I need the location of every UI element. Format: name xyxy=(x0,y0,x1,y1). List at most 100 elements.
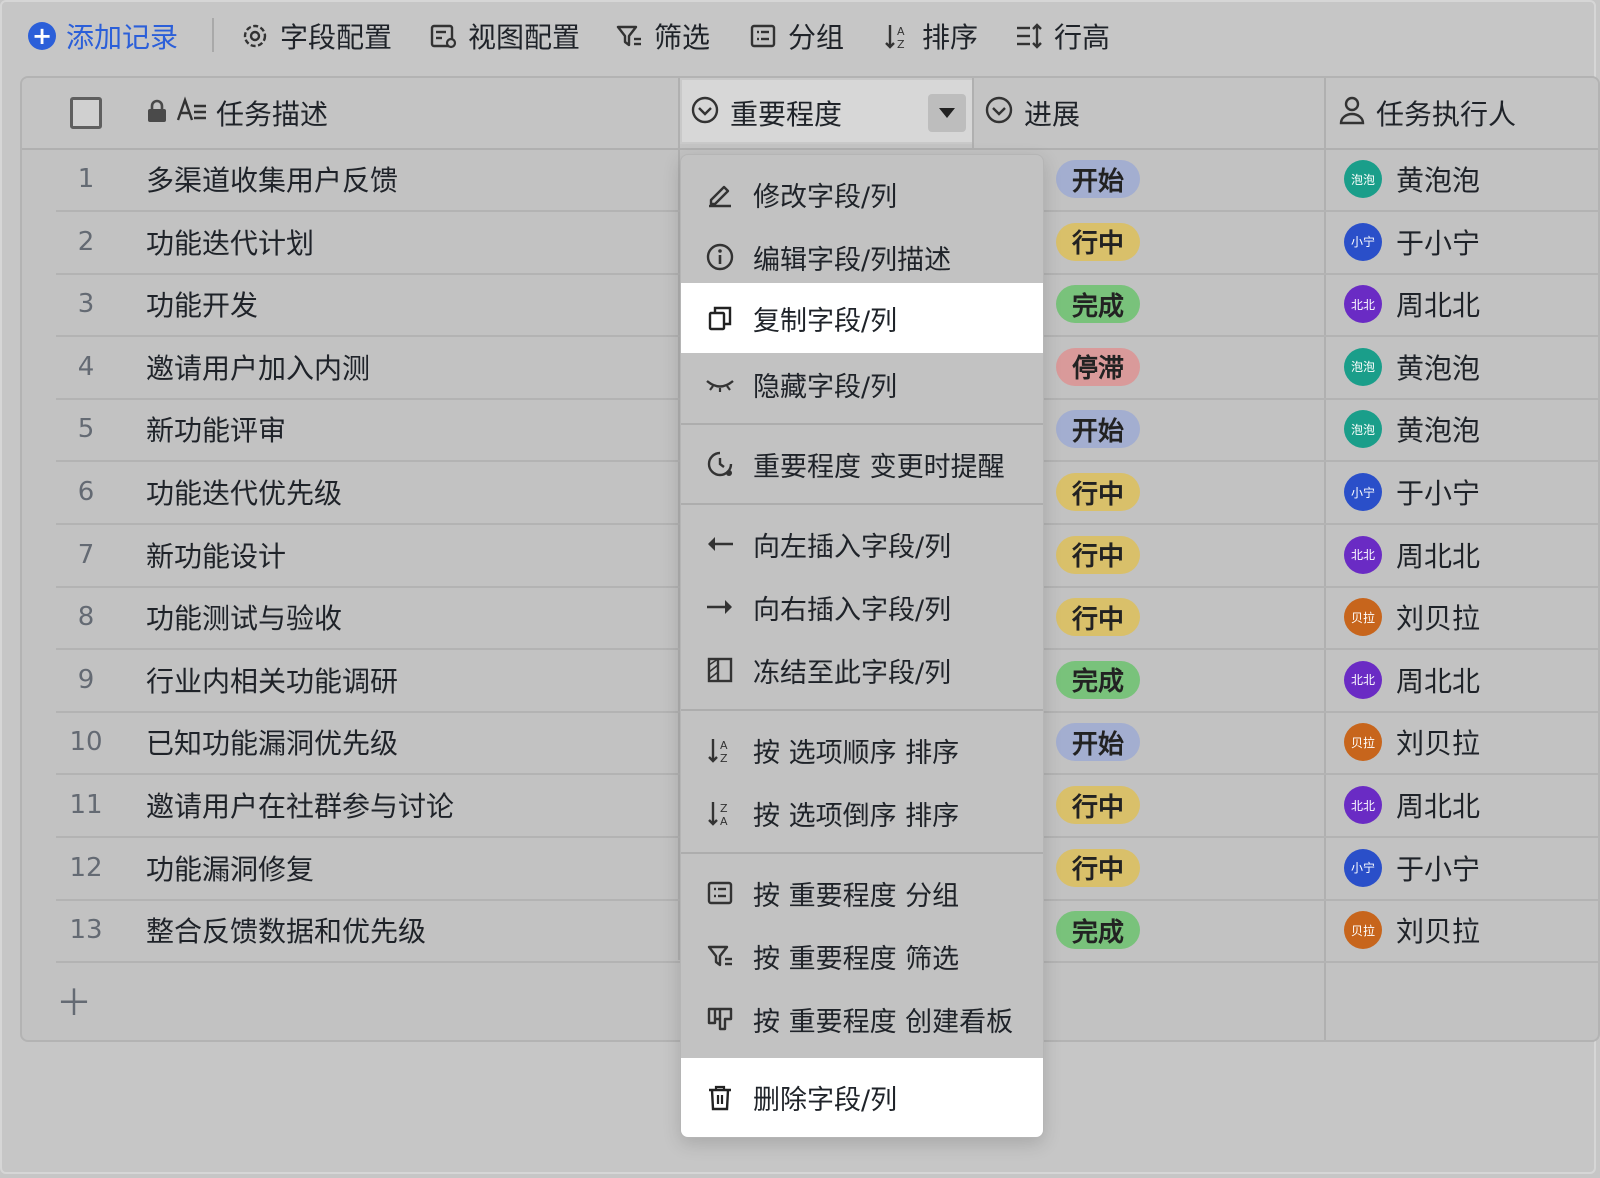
view-config-button[interactable]: 视图配置 xyxy=(428,14,580,58)
menu-item-label: 向右插入字段/列 xyxy=(753,594,952,626)
task-description-cell[interactable]: 多渠道收集用户反馈 xyxy=(146,148,398,210)
task-description-cell[interactable]: 新功能评审 xyxy=(146,398,286,460)
row-number: 8 xyxy=(77,602,95,633)
assignee-cell[interactable]: 小宁 于小宁 xyxy=(1344,211,1480,273)
assignee-name: 于小宁 xyxy=(1396,852,1481,886)
menu-item-sort-desc[interactable]: ZA 按 选项倒序 排序 xyxy=(681,782,1043,844)
progress-tag[interactable]: 行中 xyxy=(1056,848,1141,887)
assignee-cell[interactable]: 小宁 于小宁 xyxy=(1344,461,1480,523)
progress-tag[interactable]: 行中 xyxy=(1056,786,1141,824)
menu-item-copy-field[interactable]: 复制字段/列 xyxy=(681,283,1043,353)
progress-tag[interactable]: 行中 xyxy=(1056,222,1141,261)
assignee-cell[interactable]: 贝拉 刘贝拉 xyxy=(1344,586,1480,648)
svg-text:Z: Z xyxy=(720,802,728,815)
task-description-cell[interactable]: 功能测试与验收 xyxy=(146,586,342,648)
task-description-cell[interactable]: 整合反馈数据和优先级 xyxy=(146,899,426,961)
menu-item-create-kanban[interactable]: 按 重要程度 创建看板 xyxy=(681,988,1043,1050)
toolbar: + 添加记录 字段配置 视图配置 筛选 分组 AZ 排序 行高 xyxy=(0,0,1600,74)
assignee-cell[interactable]: 贝拉 刘贝拉 xyxy=(1344,899,1480,961)
assignee-cell[interactable]: 北北 周北北 xyxy=(1344,273,1480,335)
assignee-cell[interactable]: 泡泡 黄泡泡 xyxy=(1344,336,1480,398)
avatar: 小宁 xyxy=(1344,473,1382,511)
menu-item-group-by[interactable]: 按 重要程度 分组 xyxy=(681,862,1043,924)
assignee-cell[interactable]: 北北 周北北 xyxy=(1344,774,1480,836)
toolbar-divider xyxy=(212,18,214,52)
menu-item-sort-asc[interactable]: AZ 按 选项顺序 排序 xyxy=(681,719,1043,781)
menu-item-filter-by[interactable]: 按 重要程度 筛选 xyxy=(681,925,1043,987)
row-number: 4 xyxy=(77,351,95,382)
task-description-cell[interactable]: 功能迭代优先级 xyxy=(146,461,342,523)
menu-item-freeze[interactable]: 冻结至此字段/列 xyxy=(681,639,1043,701)
assignee-name: 周北北 xyxy=(1396,289,1481,323)
avatar: 泡泡 xyxy=(1344,410,1382,449)
menu-item-edit-field[interactable]: 修改字段/列 xyxy=(681,163,1043,225)
column-header-progress[interactable]: 进展 xyxy=(984,78,1080,148)
task-description-cell[interactable]: 新功能设计 xyxy=(146,524,286,586)
task-description-cell[interactable]: 功能迭代计划 xyxy=(146,211,314,273)
avatar: 贝拉 xyxy=(1344,598,1382,637)
avatar: 贝拉 xyxy=(1344,911,1382,950)
filter-button[interactable]: 筛选 xyxy=(614,14,710,58)
column-header-task[interactable]: 任务描述 xyxy=(146,78,328,148)
progress-tag[interactable]: 完成 xyxy=(1056,911,1141,950)
row-number: 13 xyxy=(69,915,103,946)
menu-item-insert-right[interactable]: 向右插入字段/列 xyxy=(681,576,1043,638)
task-description-cell[interactable]: 邀请用户在社群参与讨论 xyxy=(146,774,454,836)
assignee-cell[interactable]: 北北 周北北 xyxy=(1344,524,1480,586)
menu-item-insert-left[interactable]: 向左插入字段/列 xyxy=(681,513,1043,575)
assignee-name: 刘贝拉 xyxy=(1396,915,1481,949)
sort-za-icon: ZA xyxy=(705,798,735,828)
task-description-cell[interactable]: 已知功能漏洞优先级 xyxy=(146,711,398,773)
assignee-name: 周北北 xyxy=(1396,539,1481,573)
menu-item-change-reminder[interactable]: 重要程度 变更时提醒 xyxy=(681,433,1043,495)
add-record-button[interactable]: + 添加记录 xyxy=(28,14,178,58)
assignee-cell[interactable]: 泡泡 黄泡泡 xyxy=(1344,148,1480,210)
progress-tag[interactable]: 行中 xyxy=(1056,535,1141,574)
group-icon xyxy=(748,21,778,51)
arrow-right-icon xyxy=(705,592,735,622)
field-config-button[interactable]: 字段配置 xyxy=(240,14,392,58)
progress-tag[interactable]: 开始 xyxy=(1056,723,1141,762)
view-config-label: 视图配置 xyxy=(468,21,581,54)
menu-item-edit-description[interactable]: 编辑字段/列描述 xyxy=(681,226,1043,288)
menu-item-label: 重要程度 变更时提醒 xyxy=(753,451,1005,483)
assignee-cell[interactable]: 北北 周北北 xyxy=(1344,649,1480,711)
assignee-cell[interactable]: 贝拉 刘贝拉 xyxy=(1344,711,1480,773)
progress-tag[interactable]: 开始 xyxy=(1056,410,1141,449)
svg-text:Z: Z xyxy=(720,752,728,764)
eye-closed-icon xyxy=(705,369,735,399)
avatar: 北北 xyxy=(1344,786,1382,824)
assignee-cell[interactable]: 小宁 于小宁 xyxy=(1344,837,1480,899)
task-description-cell[interactable]: 功能开发 xyxy=(146,273,258,335)
sort-button[interactable]: AZ 排序 xyxy=(882,14,978,58)
assignee-name: 周北北 xyxy=(1396,664,1481,698)
row-number: 10 xyxy=(69,727,103,758)
column-header-importance[interactable]: 重要程度 xyxy=(680,78,974,144)
column-header-assignee[interactable]: 任务执行人 xyxy=(1338,78,1516,148)
row-number: 7 xyxy=(77,539,95,570)
menu-item-hide-field[interactable]: 隐藏字段/列 xyxy=(681,353,1043,415)
assignee-name: 周北北 xyxy=(1396,790,1481,823)
progress-tag[interactable]: 完成 xyxy=(1056,285,1141,324)
menu-item-label: 按 选项倒序 排序 xyxy=(753,800,960,832)
assignee-name: 刘贝拉 xyxy=(1396,602,1481,636)
select-all-checkbox[interactable] xyxy=(70,78,102,148)
add-row-button[interactable]: ＋ xyxy=(56,974,92,1026)
progress-tag[interactable]: 行中 xyxy=(1056,598,1141,637)
menu-item-delete-field[interactable]: 删除字段/列 xyxy=(681,1058,1043,1137)
group-button[interactable]: 分组 xyxy=(748,14,844,58)
column-header-task-label: 任务描述 xyxy=(216,98,329,131)
progress-tag[interactable]: 完成 xyxy=(1056,660,1141,699)
single-select-icon xyxy=(984,95,1014,132)
progress-tag[interactable]: 停滞 xyxy=(1056,347,1141,386)
task-description-cell[interactable]: 功能漏洞修复 xyxy=(146,837,314,899)
filter-icon xyxy=(705,941,735,971)
gear-icon xyxy=(240,21,270,51)
task-description-cell[interactable]: 行业内相关功能调研 xyxy=(146,649,398,711)
progress-tag[interactable]: 行中 xyxy=(1056,473,1141,511)
task-description-cell[interactable]: 邀请用户加入内测 xyxy=(146,336,370,398)
assignee-cell[interactable]: 泡泡 黄泡泡 xyxy=(1344,398,1480,460)
column-menu-button[interactable] xyxy=(928,94,966,132)
row-height-button[interactable]: 行高 xyxy=(1014,14,1110,58)
progress-tag[interactable]: 开始 xyxy=(1056,160,1141,198)
